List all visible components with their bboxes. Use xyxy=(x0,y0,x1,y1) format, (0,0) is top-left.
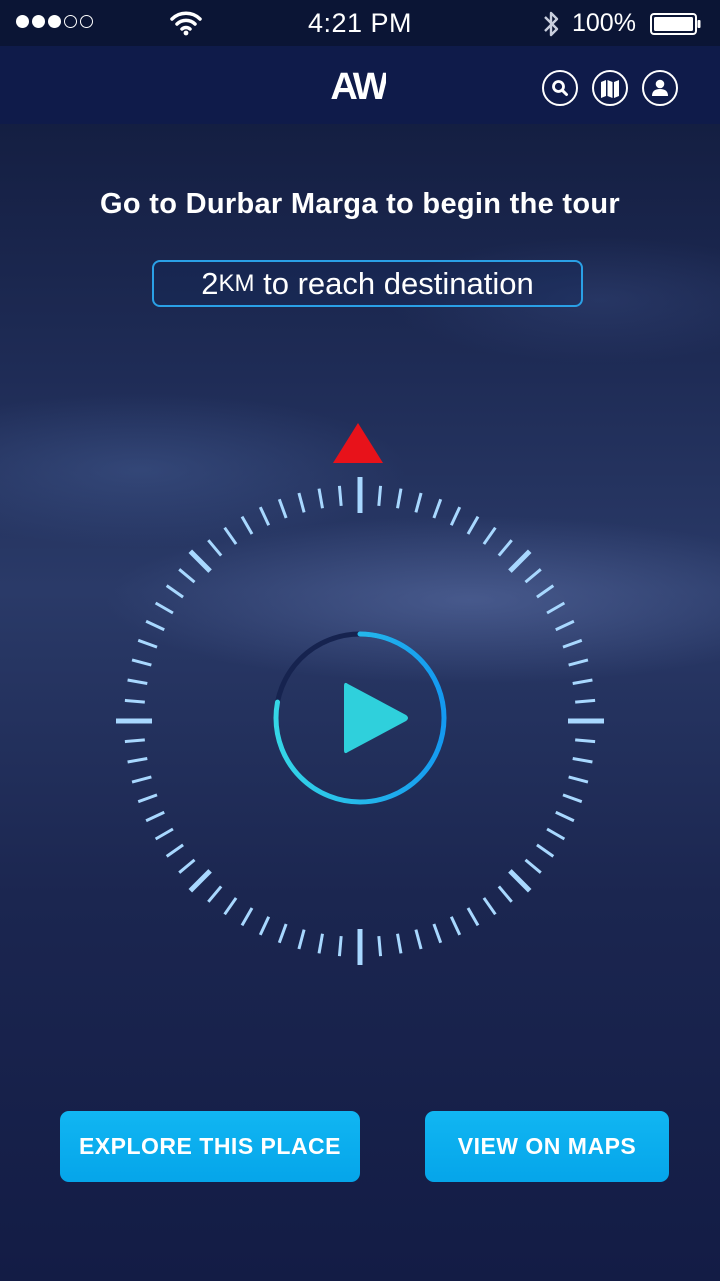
compass-tick xyxy=(207,539,223,557)
compass-dial xyxy=(116,423,604,965)
distance-badge: 2 KM to reach destination xyxy=(152,260,583,307)
compass-tick xyxy=(178,568,196,584)
compass-tick xyxy=(277,923,288,944)
app-logo[interactable]: AW xyxy=(330,66,386,104)
compass-tick xyxy=(466,515,480,535)
compass-tick xyxy=(258,506,271,526)
map-button[interactable] xyxy=(592,70,628,106)
compass-tick xyxy=(188,869,212,893)
compass-tick xyxy=(223,897,238,916)
compass-tick xyxy=(508,869,532,893)
compass-tick xyxy=(562,793,583,804)
compass-tick xyxy=(178,858,196,874)
compass-tick xyxy=(240,907,254,927)
compass-tick xyxy=(396,488,403,509)
compass-tick xyxy=(546,601,566,615)
user-icon xyxy=(652,79,668,96)
compass-tick xyxy=(188,549,212,573)
profile-button[interactable] xyxy=(642,70,678,106)
compass-tick xyxy=(482,526,497,545)
compass-tick xyxy=(536,584,555,599)
compass-tick xyxy=(137,638,158,649)
compass-tick xyxy=(297,929,306,950)
distance-unit: KM xyxy=(218,269,255,297)
compass-tick xyxy=(207,885,223,903)
play-button[interactable] xyxy=(280,638,440,798)
compass-tick xyxy=(449,506,462,526)
compass-tick xyxy=(497,885,513,903)
compass-tick xyxy=(575,738,596,744)
compass-tick xyxy=(508,549,532,573)
compass-tick xyxy=(546,827,566,841)
map-icon xyxy=(601,80,619,98)
tour-headline: Go to Durbar Marga to begin the tour xyxy=(100,188,620,220)
compass-tick xyxy=(555,810,575,823)
compass-tick xyxy=(317,488,324,509)
compass-tick xyxy=(297,492,306,513)
compass-tick xyxy=(145,810,165,823)
compass-tick xyxy=(131,658,152,667)
compass-tick xyxy=(165,843,184,858)
compass-tick xyxy=(575,698,596,704)
compass-tick xyxy=(497,539,513,557)
compass-tick xyxy=(127,678,148,685)
compass-tick xyxy=(124,738,145,744)
explore-place-button[interactable]: EXPLORE THIS PLACE xyxy=(60,1111,360,1182)
compass-tick xyxy=(124,698,145,704)
distance-value: 2 xyxy=(201,265,219,301)
compass-tick xyxy=(377,485,383,506)
compass-tick xyxy=(568,775,589,784)
compass-tick xyxy=(277,498,288,519)
compass-tick xyxy=(337,485,343,506)
search-icon xyxy=(552,80,568,96)
compass-tick xyxy=(131,775,152,784)
battery-percent: 100% xyxy=(572,9,636,37)
compass-tick xyxy=(432,498,443,519)
compass-tick xyxy=(568,658,589,667)
view-on-maps-button[interactable]: VIEW ON MAPS xyxy=(425,1111,669,1182)
compass-tick xyxy=(154,827,174,841)
compass-tick xyxy=(572,678,593,685)
compass-tick xyxy=(432,923,443,944)
nav-bar: AW xyxy=(0,46,720,124)
compass-tick xyxy=(145,619,165,632)
compass-tick xyxy=(165,584,184,599)
compass-tick xyxy=(524,568,542,584)
compass-tick xyxy=(449,916,462,936)
north-marker-icon xyxy=(333,423,383,463)
status-bar: 4:21 PM 100% xyxy=(0,0,720,46)
compass-tick xyxy=(154,601,174,615)
compass-tick xyxy=(223,526,238,545)
compass-tick xyxy=(536,843,555,858)
compass-tick xyxy=(240,515,254,535)
compass-tick xyxy=(137,793,158,804)
compass-tick xyxy=(414,492,423,513)
distance-text: to reach destination xyxy=(254,265,534,301)
compass-tick xyxy=(482,897,497,916)
bluetooth-icon xyxy=(544,11,559,37)
search-button[interactable] xyxy=(542,70,578,106)
compass-tick xyxy=(396,933,403,954)
compass-tick xyxy=(466,907,480,927)
compass-tick xyxy=(258,916,271,936)
compass-tick xyxy=(572,757,593,764)
compass-tick xyxy=(524,858,542,874)
compass-tick xyxy=(317,933,324,954)
compass-tick xyxy=(555,619,575,632)
compass-tick xyxy=(562,638,583,649)
compass-tick xyxy=(127,757,148,764)
compass-tick xyxy=(377,936,383,957)
compass-tick xyxy=(414,929,423,950)
svg-text:AW: AW xyxy=(330,66,386,104)
compass-tick xyxy=(337,936,343,957)
battery-icon xyxy=(650,13,701,35)
